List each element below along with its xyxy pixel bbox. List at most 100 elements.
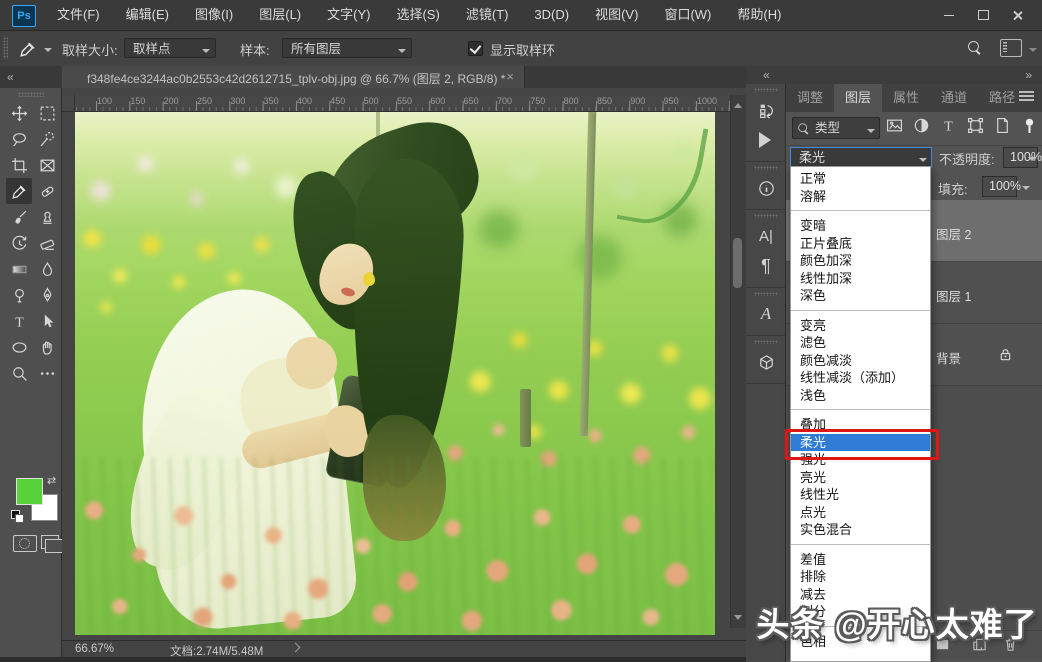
eyedropper-tool-icon[interactable] — [16, 37, 40, 61]
blend-mode-option[interactable]: 差值 — [791, 551, 930, 569]
opacity-chevron-icon[interactable] — [1028, 157, 1036, 165]
blend-mode-option[interactable]: 颜色加深 — [791, 252, 930, 270]
close-button[interactable] — [1000, 0, 1034, 30]
workspace-chevron-icon[interactable] — [1029, 48, 1037, 56]
layer-filter-select[interactable]: 类型 — [792, 117, 880, 139]
adjustment-filter-icon[interactable] — [913, 117, 930, 139]
actions-play-panel-icon[interactable] — [746, 125, 786, 155]
tab-close-icon[interactable]: × — [506, 69, 514, 84]
quick-mask-button[interactable] — [13, 535, 37, 552]
smudge-tool[interactable] — [34, 256, 60, 282]
show-sampling-ring-checkbox[interactable] — [468, 41, 483, 56]
fill-select[interactable]: 100% — [982, 176, 1017, 197]
tool-preset-chevron-icon[interactable] — [44, 48, 52, 56]
history-brush-tool[interactable] — [6, 230, 32, 256]
brush-tool[interactable] — [6, 204, 32, 230]
sample-layers-select[interactable]: 所有图层 — [282, 38, 412, 58]
blend-mode-option[interactable]: 实色混合 — [791, 521, 930, 539]
tab-layers[interactable]: 图层 — [834, 84, 882, 112]
gradient-tool[interactable] — [6, 256, 32, 282]
scroll-up-icon[interactable] — [734, 99, 742, 108]
blend-mode-option[interactable]: 浅色 — [791, 387, 930, 405]
menu-item[interactable]: 3D(D) — [521, 0, 582, 30]
lasso-tool[interactable] — [6, 126, 32, 152]
minimize-button[interactable] — [932, 0, 966, 30]
blend-mode-option[interactable]: 变暗 — [791, 217, 930, 235]
marquee-tool[interactable] — [34, 100, 60, 126]
zoom-level[interactable]: 66.67% — [75, 643, 114, 655]
swap-colors-icon[interactable]: ⇄ — [47, 474, 56, 487]
blend-mode-option[interactable]: 线性光 — [791, 486, 930, 504]
eyedropper-tool[interactable] — [6, 178, 32, 204]
blend-mode-option[interactable]: 颜色减淡 — [791, 352, 930, 370]
more-tool[interactable] — [34, 360, 60, 386]
shape-tool[interactable] — [6, 334, 32, 360]
blend-mode-option[interactable]: 正片叠底 — [791, 235, 930, 253]
blend-mode-option[interactable]: 亮光 — [791, 469, 930, 487]
vertical-scrollbar[interactable] — [730, 95, 746, 628]
menu-item[interactable]: 窗口(W) — [651, 0, 724, 30]
character-panel-icon[interactable]: A| — [746, 221, 786, 251]
pen-tool[interactable] — [34, 282, 60, 308]
hand-tool[interactable] — [34, 334, 60, 360]
blend-mode-option[interactable]: 排除 — [791, 568, 930, 586]
blend-mode-option[interactable]: 变亮 — [791, 317, 930, 335]
stamp-tool[interactable] — [34, 204, 60, 230]
menu-item[interactable]: 选择(S) — [383, 0, 452, 30]
scroll-down-icon[interactable] — [734, 615, 742, 624]
tab-channels[interactable]: 通道 — [930, 84, 978, 112]
quick-select-tool[interactable] — [34, 126, 60, 152]
menu-item[interactable]: 文件(F) — [44, 0, 113, 30]
type-tool[interactable]: T — [6, 308, 32, 334]
document-tab[interactable]: f348fe4ce3244ac0b2553c42d2612715_tplv-ob… — [62, 66, 525, 88]
move-tool[interactable] — [6, 100, 32, 126]
blend-mode-option[interactable]: 点光 — [791, 504, 930, 522]
crop-tool[interactable] — [6, 152, 32, 178]
eraser-tool[interactable] — [34, 230, 60, 256]
foreground-color-swatch[interactable] — [16, 478, 43, 505]
fill-chevron-icon[interactable] — [1022, 186, 1030, 194]
collapse-panels-icon[interactable]: « — [763, 68, 770, 82]
blend-mode-option[interactable]: 滤色 — [791, 334, 930, 352]
info-panel-icon[interactable] — [746, 173, 786, 203]
history-panel-icon[interactable] — [746, 95, 786, 125]
status-chevron-icon[interactable] — [291, 643, 301, 653]
shape-filter-icon[interactable] — [967, 117, 984, 139]
path-select-tool[interactable] — [34, 308, 60, 334]
blend-mode-option[interactable]: 线性加深 — [791, 270, 930, 288]
menu-item[interactable]: 帮助(H) — [724, 0, 794, 30]
default-colors-icon[interactable] — [11, 510, 23, 522]
tab-adjustments[interactable]: 调整 — [786, 84, 834, 112]
search-icon[interactable] — [968, 41, 981, 59]
blend-mode-option[interactable]: 溶解 — [791, 188, 930, 206]
blend-mode-option[interactable]: 深色 — [791, 287, 930, 305]
glyphs-panel-icon[interactable]: A — [746, 299, 786, 329]
scrollbar-thumb[interactable] — [733, 238, 742, 288]
pixel-filter-icon[interactable] — [886, 117, 903, 139]
menu-item[interactable]: 编辑(E) — [113, 0, 182, 30]
paragraph-panel-icon[interactable]: ¶ — [746, 251, 786, 281]
tab-properties[interactable]: 属性 — [882, 84, 930, 112]
collapse-dock-icon[interactable]: « — [7, 70, 14, 84]
tab-paths[interactable]: 路径 — [978, 84, 1026, 112]
sample-size-select[interactable]: 取样点 — [124, 38, 216, 58]
frame-tool[interactable] — [34, 152, 60, 178]
filter-pin-icon[interactable] — [1021, 117, 1038, 139]
panel-menu-icon[interactable] — [1019, 95, 1034, 97]
dodge-tool[interactable] — [6, 282, 32, 308]
workspace-icon[interactable] — [1000, 39, 1022, 57]
zoom-tool[interactable] — [6, 360, 32, 386]
type-filter-icon[interactable]: T — [940, 117, 957, 139]
blend-mode-select[interactable]: 柔光 — [790, 147, 932, 168]
menu-item[interactable]: 图层(L) — [246, 0, 314, 30]
smart-object-filter-icon[interactable] — [994, 117, 1011, 139]
menu-item[interactable]: 图像(I) — [182, 0, 246, 30]
menu-item[interactable]: 视图(V) — [582, 0, 651, 30]
menu-item[interactable]: 文字(Y) — [314, 0, 383, 30]
menu-item[interactable]: 滤镜(T) — [453, 0, 522, 30]
blend-mode-option[interactable]: 正常 — [791, 170, 930, 188]
maximize-button[interactable] — [966, 0, 1000, 30]
expand-panels-icon[interactable]: » — [1025, 68, 1032, 82]
screen-mode-button[interactable] — [41, 535, 59, 549]
healing-tool[interactable] — [34, 178, 60, 204]
